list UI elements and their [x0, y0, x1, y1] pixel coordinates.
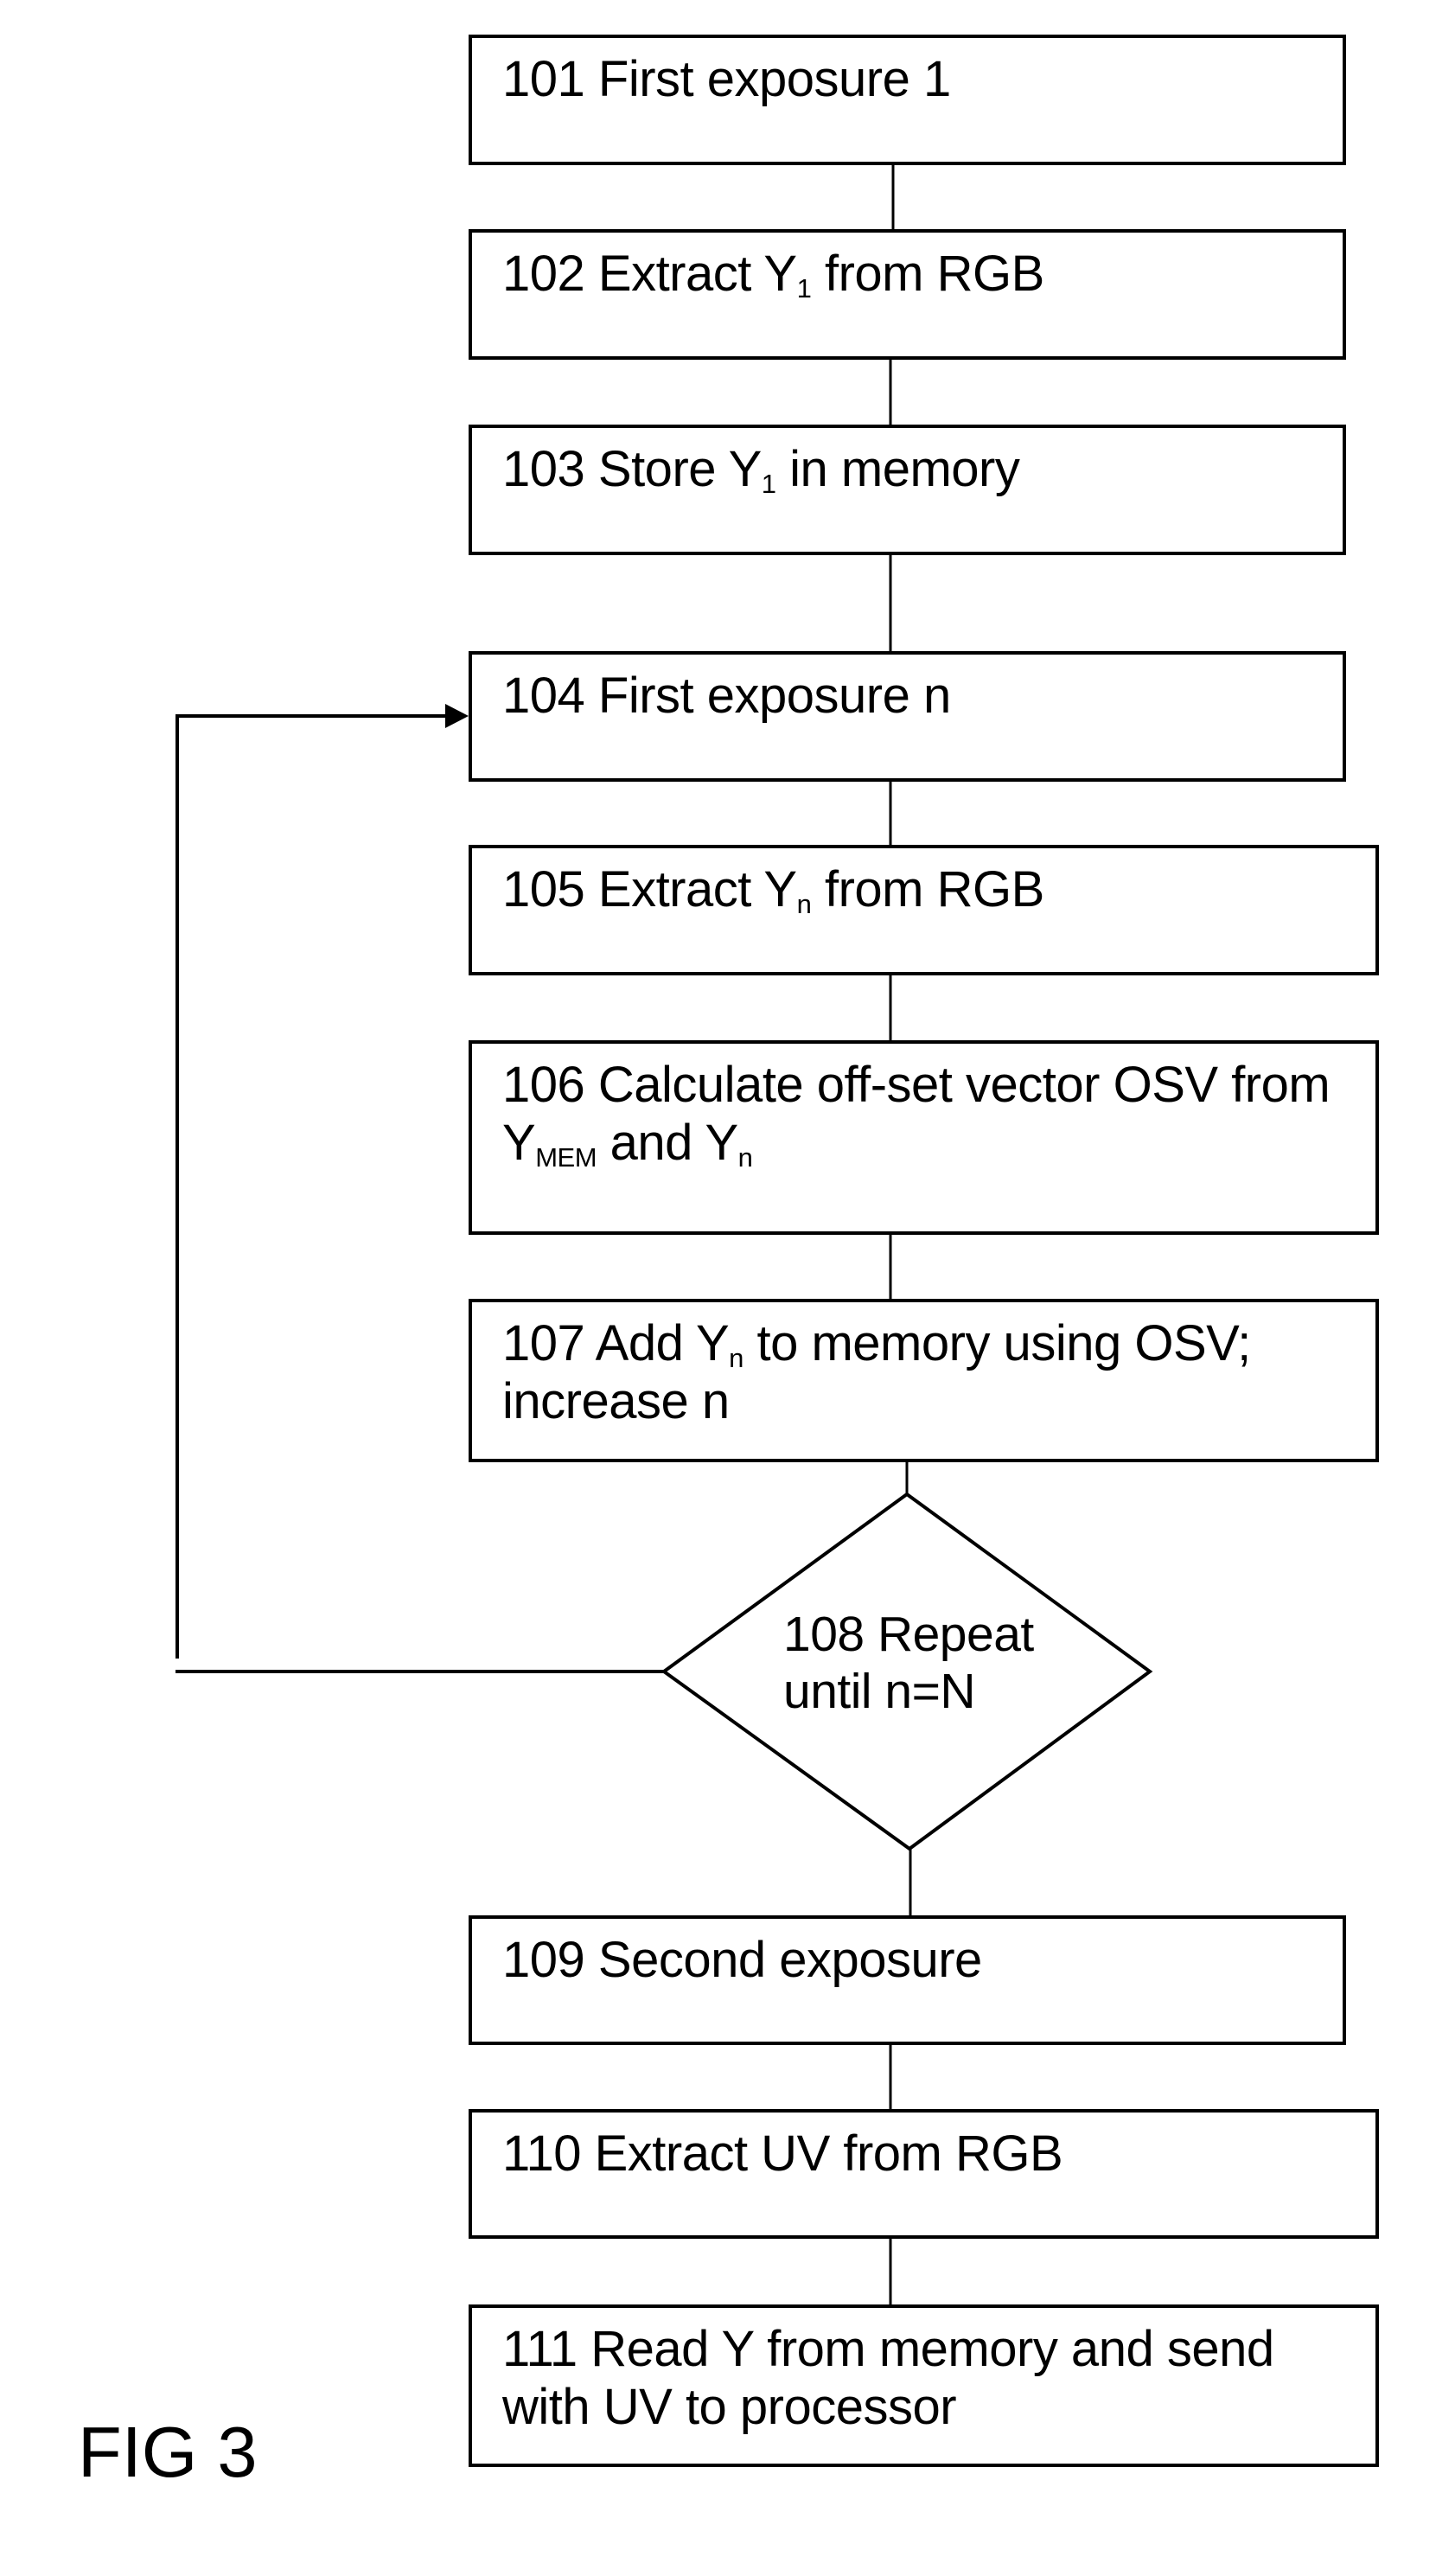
step-106-box: 106 Calculate off-set vector OSV from YME… — [469, 1040, 1379, 1235]
label-text: 107 Add Y — [502, 1315, 730, 1371]
step-102-box: 102 Extract Y1 from RGB — [469, 229, 1346, 360]
arrowhead-icon — [445, 704, 469, 728]
step-105-box: 105 Extract Yn from RGB — [469, 845, 1379, 975]
label-text: 103 Store Y — [502, 441, 762, 497]
step-103-box: 103 Store Y1 in memory — [469, 425, 1346, 555]
label-text: increase n — [502, 1373, 730, 1429]
label-text: 106 Calculate off-set vector OSV from — [502, 1057, 1331, 1113]
label-line: with UV to processor — [502, 2378, 1274, 2436]
label-text: 108 Repeat — [783, 1607, 1034, 1662]
label-text: and Y — [597, 1115, 739, 1171]
step-107-box: 107 Add Yn to memory using OSV; increase … — [469, 1299, 1379, 1462]
subscript: 1 — [796, 273, 812, 304]
label-line: 101 First exposure 1 — [502, 50, 951, 108]
label-line: 103 Store Y1 in memory — [502, 440, 1020, 499]
step-102-label: 102 Extract Y1 from RGB — [502, 245, 1044, 303]
label-line: 109 Second exposure — [502, 1931, 982, 1989]
step-104-label: 104 First exposure n — [502, 667, 951, 725]
label-line: increase n — [502, 1372, 1251, 1430]
subscript: 1 — [761, 469, 776, 499]
label-line: 107 Add Yn to memory using OSV; — [502, 1314, 1251, 1372]
label-text: 101 First exposure 1 — [502, 51, 951, 107]
figure-label: FIG 3 — [78, 2412, 258, 2492]
label-text: 110 Extract UV from RGB — [502, 2125, 1063, 2182]
label-text: until n=N — [783, 1664, 976, 1719]
step-105-label: 105 Extract Yn from RGB — [502, 860, 1044, 918]
label-text: 109 Second exposure — [502, 1932, 982, 1988]
subscript: n — [729, 1343, 743, 1373]
label-text: 105 Extract Y — [502, 861, 797, 917]
label-text: with UV to processor — [502, 2379, 957, 2435]
step-111-box: 111 Read Y from memory and send with UV t… — [469, 2304, 1379, 2467]
step-101-label: 101 First exposure 1 — [502, 50, 951, 108]
step-104-box: 104 First exposure n — [469, 651, 1346, 782]
label-text: 111 Read Y from memory and send — [502, 2321, 1274, 2377]
step-108-label: 108 Repeat until n=N — [783, 1606, 1034, 1720]
step-107-label: 107 Add Yn to memory using OSV; increase … — [502, 1314, 1251, 1430]
label-line: 111 Read Y from memory and send — [502, 2320, 1274, 2378]
step-110-label: 110 Extract UV from RGB — [502, 2125, 1063, 2183]
step-111-label: 111 Read Y from memory and send with UV t… — [502, 2320, 1274, 2436]
step-101-box: 101 First exposure 1 — [469, 35, 1346, 165]
label-line: 104 First exposure n — [502, 667, 951, 725]
label-text: Y — [502, 1115, 536, 1171]
label-text: from RGB — [811, 861, 1044, 917]
label-text: in memory — [775, 441, 1020, 497]
label-text: from RGB — [811, 246, 1044, 302]
label-text: 104 First exposure n — [502, 668, 951, 724]
label-line: 110 Extract UV from RGB — [502, 2125, 1063, 2183]
step-110-box: 110 Extract UV from RGB — [469, 2109, 1379, 2239]
subscript: n — [796, 889, 812, 919]
step-109-label: 109 Second exposure — [502, 1931, 982, 1989]
label-line: 102 Extract Y1 from RGB — [502, 245, 1044, 303]
label-line: 106 Calculate off-set vector OSV from — [502, 1056, 1331, 1114]
step-103-label: 103 Store Y1 in memory — [502, 440, 1020, 499]
label-line: until n=N — [783, 1663, 1034, 1720]
step-106-label: 106 Calculate off-set vector OSV from YME… — [502, 1056, 1331, 1172]
label-line: YMEM and Yn — [502, 1114, 1330, 1172]
label-line: 105 Extract Yn from RGB — [502, 860, 1044, 918]
label-text: 102 Extract Y — [502, 246, 797, 302]
label-line: 108 Repeat — [783, 1606, 1034, 1663]
subscript: n — [737, 1142, 753, 1173]
subscript: MEM — [535, 1142, 597, 1173]
label-text: to memory using OSV; — [743, 1315, 1252, 1371]
step-109-box: 109 Second exposure — [469, 1915, 1346, 2045]
